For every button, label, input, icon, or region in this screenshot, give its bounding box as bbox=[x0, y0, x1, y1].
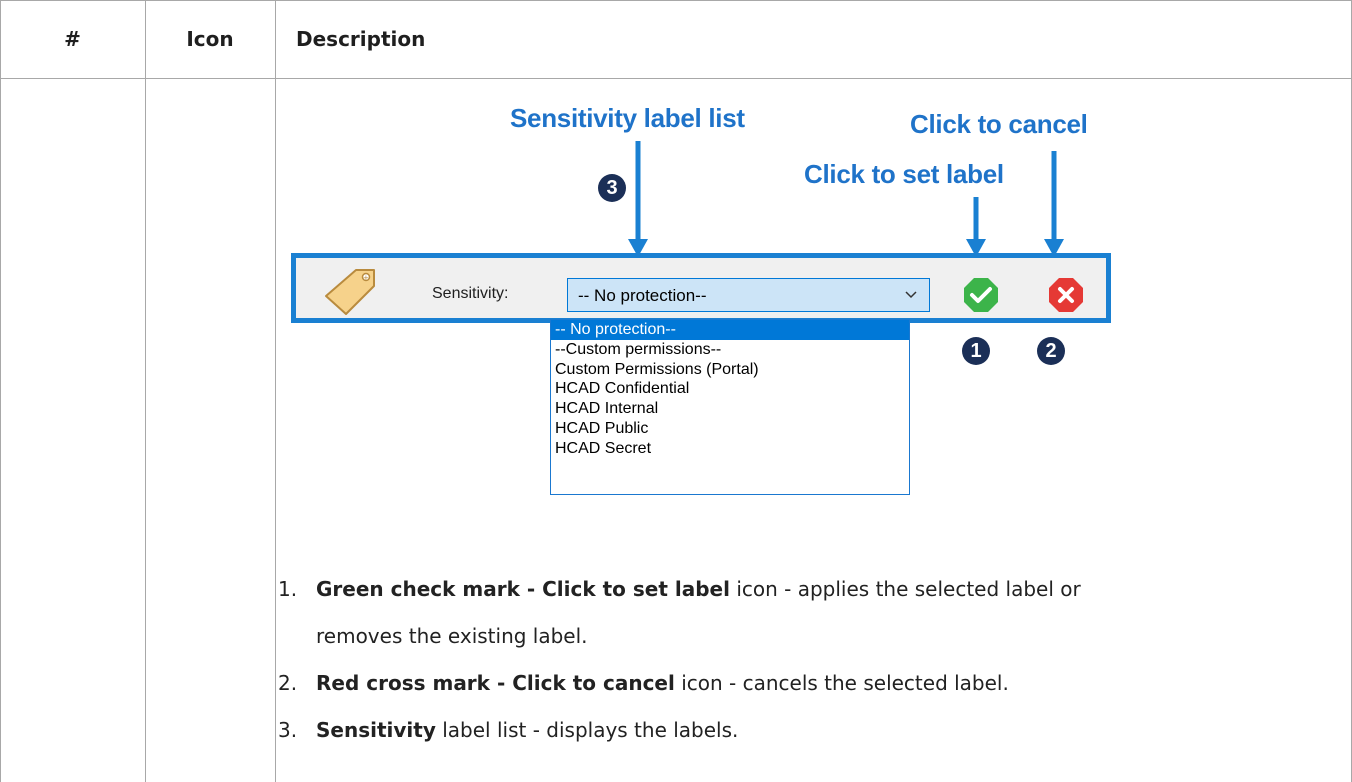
item-number: 2. bbox=[278, 671, 298, 695]
sensitivity-figure: Sensitivity label list Click to cancel C… bbox=[276, 79, 1352, 559]
item-text: icon - cancels the selected label. bbox=[674, 671, 1009, 695]
arrow-to-check bbox=[966, 197, 986, 257]
item-bold: Red cross mark - Click to cancel bbox=[316, 671, 675, 695]
sensitivity-label: Sensitivity: bbox=[432, 285, 509, 302]
sensitivity-dropdown-list: -- No protection-- --Custom permissions-… bbox=[550, 319, 910, 495]
callout-label-list: Sensitivity label list bbox=[510, 103, 745, 133]
header-icon: Icon bbox=[186, 27, 234, 51]
item-number: 1. bbox=[278, 577, 298, 601]
arrow-to-cancel bbox=[1044, 151, 1064, 257]
tag-icon: + bbox=[325, 269, 375, 315]
list-item: 1. Green check mark - Click to set label… bbox=[276, 566, 1336, 660]
table-col-divider-1 bbox=[145, 0, 146, 782]
list-item[interactable]: -- No protection-- bbox=[551, 320, 909, 340]
item-text: label list - displays the labels. bbox=[435, 718, 739, 742]
red-cross-icon[interactable] bbox=[1048, 277, 1084, 313]
item-bold: Sensitivity bbox=[316, 718, 436, 742]
chevron-down-icon[interactable] bbox=[903, 287, 919, 303]
callout-set-label: Click to set label bbox=[804, 159, 1004, 189]
header-description: Description bbox=[296, 27, 426, 51]
green-check-icon[interactable] bbox=[963, 277, 999, 313]
marker-three: 3 bbox=[598, 174, 626, 202]
combobox-value: -- No protection-- bbox=[578, 286, 707, 305]
list-item[interactable]: HCAD Public bbox=[551, 419, 909, 439]
item-bold: Green check mark - Click to set label bbox=[316, 577, 730, 601]
list-item[interactable]: Custom Permissions (Portal) bbox=[551, 360, 909, 380]
sensitivity-toolbar: + Sensitivity: -- No protection-- bbox=[291, 253, 1111, 323]
marker-one: 1 bbox=[962, 337, 990, 365]
list-item[interactable]: HCAD Internal bbox=[551, 399, 909, 419]
list-item[interactable]: --Custom permissions-- bbox=[551, 340, 909, 360]
list-item: 3. Sensitivity label list - displays the… bbox=[276, 707, 1336, 754]
arrow-to-list bbox=[628, 141, 648, 257]
marker-two: 2 bbox=[1037, 337, 1065, 365]
header-num: # bbox=[64, 27, 81, 51]
sensitivity-combobox[interactable]: -- No protection-- bbox=[567, 278, 930, 312]
table-left-border bbox=[0, 0, 1, 782]
list-item: 2. Red cross mark - Click to cancel icon… bbox=[276, 660, 1336, 707]
svg-text:+: + bbox=[363, 274, 369, 282]
callout-cancel: Click to cancel bbox=[910, 109, 1088, 139]
item-number: 3. bbox=[278, 718, 298, 742]
item-text-continued: removes the existing label. bbox=[316, 624, 588, 648]
list-item[interactable]: HCAD Secret bbox=[551, 439, 909, 459]
description-list: 1. Green check mark - Click to set label… bbox=[276, 566, 1336, 754]
list-item[interactable]: HCAD Confidential bbox=[551, 379, 909, 399]
doc-table: # Icon Description Sensitivity label lis… bbox=[0, 0, 1352, 782]
item-text: icon - applies the selected label or bbox=[729, 577, 1081, 601]
